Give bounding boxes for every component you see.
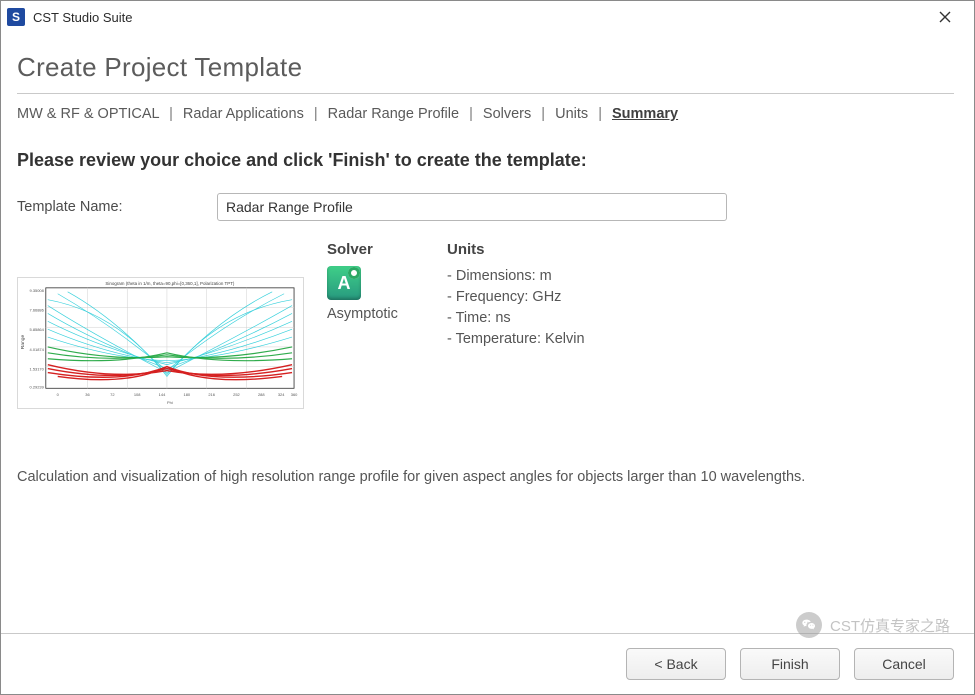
svg-text:9.35008: 9.35008: [30, 288, 45, 293]
breadcrumb-item[interactable]: Radar Range Profile: [328, 106, 459, 122]
breadcrumb-sep: |: [598, 106, 602, 122]
units-item: - Dimensions: m: [447, 266, 954, 287]
svg-text:288: 288: [258, 392, 265, 397]
breadcrumb-sep: |: [469, 106, 473, 122]
breadcrumb-item[interactable]: MW & RF & OPTICAL: [17, 106, 159, 122]
asymptotic-solver-icon: A: [327, 266, 361, 300]
units-item: - Frequency: GHz: [447, 287, 954, 308]
solver-column: Solver A Asymptotic: [327, 241, 447, 409]
units-heading: Units: [447, 241, 954, 258]
dialog-window: S CST Studio Suite Create Project Templa…: [0, 0, 975, 695]
solver-name: Asymptotic: [327, 306, 447, 322]
template-thumbnail-area: 9.35008 7.66886 5.85864 4.01874 1.53170 …: [17, 241, 327, 409]
svg-text:324: 324: [278, 392, 285, 397]
units-column: Units - Dimensions: m - Frequency: GHz -…: [447, 241, 954, 409]
breadcrumb-sep: |: [541, 106, 545, 122]
svg-text:180: 180: [184, 392, 191, 397]
template-name-input[interactable]: [217, 193, 727, 221]
section-heading: Please review your choice and click 'Fin…: [17, 150, 954, 171]
app-icon: S: [7, 8, 25, 26]
page-title: Create Project Template: [17, 52, 954, 83]
svg-text:Phi: Phi: [167, 400, 173, 405]
units-item: - Temperature: Kelvin: [447, 329, 954, 350]
breadcrumb-item[interactable]: Units: [555, 106, 588, 122]
breadcrumb-item[interactable]: Solvers: [483, 106, 531, 122]
svg-text:Range: Range: [20, 335, 26, 350]
breadcrumb-sep: |: [314, 106, 318, 122]
finish-button[interactable]: Finish: [740, 648, 840, 680]
titlebar: S CST Studio Suite: [1, 1, 974, 34]
svg-text:216: 216: [208, 392, 215, 397]
solver-heading: Solver: [327, 241, 447, 258]
svg-text:108: 108: [134, 392, 141, 397]
breadcrumb-item-active[interactable]: Summary: [612, 106, 678, 122]
divider: [17, 93, 954, 94]
units-list: - Dimensions: m - Frequency: GHz - Time:…: [447, 266, 954, 350]
template-name-row: Template Name:: [17, 193, 954, 221]
content-area: Create Project Template MW & RF & OPTICA…: [1, 34, 974, 488]
dialog-footer: < Back Finish Cancel: [1, 633, 974, 694]
svg-text:252: 252: [233, 392, 240, 397]
window-title: CST Studio Suite: [33, 10, 132, 25]
breadcrumb-sep: |: [169, 106, 173, 122]
svg-text:72: 72: [110, 392, 114, 397]
svg-text:Sinogram (theta in 1/m, theta=: Sinogram (theta in 1/m, theta=90,phi=[0,…: [105, 281, 234, 286]
summary-columns: 9.35008 7.66886 5.85864 4.01874 1.53170 …: [17, 241, 954, 409]
back-button[interactable]: < Back: [626, 648, 726, 680]
solver-icon-letter: A: [338, 273, 351, 294]
breadcrumb-item[interactable]: Radar Applications: [183, 106, 304, 122]
svg-text:0.29239: 0.29239: [30, 384, 44, 389]
close-icon[interactable]: [924, 1, 966, 33]
breadcrumb: MW & RF & OPTICAL | Radar Applications |…: [17, 106, 954, 122]
svg-text:360: 360: [291, 392, 298, 397]
range-profile-chart-thumbnail: 9.35008 7.66886 5.85864 4.01874 1.53170 …: [17, 277, 304, 409]
svg-text:1.53170: 1.53170: [30, 367, 45, 372]
template-description: Calculation and visualization of high re…: [17, 467, 937, 488]
svg-text:7.66886: 7.66886: [30, 307, 45, 312]
svg-text:144: 144: [159, 392, 166, 397]
units-item: - Time: ns: [447, 308, 954, 329]
cancel-button[interactable]: Cancel: [854, 648, 954, 680]
svg-text:5.85864: 5.85864: [30, 327, 45, 332]
svg-text:4.01874: 4.01874: [30, 347, 45, 352]
template-name-label: Template Name:: [17, 199, 217, 215]
